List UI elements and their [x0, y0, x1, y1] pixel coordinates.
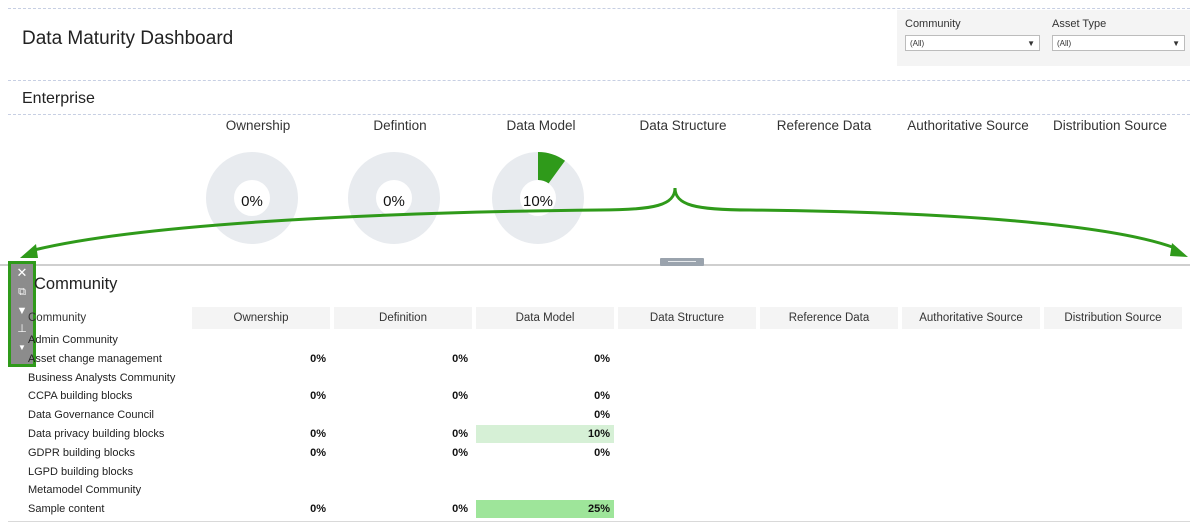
table-row-label[interactable]: LGPD building blocks [28, 463, 133, 481]
community-col-data-model[interactable]: Data Model [476, 307, 614, 329]
filter-panel: Community (All) ▼ Asset Type (All) ▼ [897, 10, 1190, 66]
community-col-definition[interactable]: Definition [334, 307, 472, 329]
page-title: Data Maturity Dashboard [22, 28, 234, 49]
enterprise-col-authoritative-source: Authoritative Source [907, 118, 1029, 133]
header-top-divider [8, 8, 1190, 9]
enterprise-col-reference-data: Reference Data [776, 118, 872, 133]
table-row-label[interactable]: Business Analysts Community [28, 369, 175, 387]
community-col-ownership[interactable]: Ownership [192, 307, 330, 329]
table-cell-ownership[interactable]: 0% [192, 350, 326, 368]
community-col-reference-data[interactable]: Reference Data [760, 307, 898, 329]
table-cell-data-model[interactable]: 0% [476, 387, 610, 405]
asset-type-filter-value: (All) [1057, 39, 1072, 48]
bottom-border [8, 521, 1190, 522]
enterprise-col-distribution-source: Distribution Source [1052, 118, 1168, 133]
community-filter-value: (All) [910, 39, 925, 48]
table-row-label[interactable]: Asset change management [28, 350, 162, 368]
chevron-down-icon: ▼ [1027, 39, 1035, 48]
table-cell-ownership[interactable]: 0% [192, 500, 326, 518]
table-cell-ownership[interactable]: 0% [192, 425, 326, 443]
resize-handle[interactable] [660, 258, 704, 266]
table-row-label[interactable]: Sample content [28, 500, 104, 518]
ownership-donut-label: 0% [241, 193, 263, 210]
asset-type-filter-select[interactable]: (All) ▼ [1052, 35, 1185, 51]
right-annotation-arrow [673, 187, 1176, 250]
table-cell-data-model[interactable]: 0% [476, 350, 610, 368]
table-row-label[interactable]: Data privacy building blocks [28, 425, 164, 443]
enterprise-col-data-structure: Data Structure [639, 118, 727, 133]
popout-icon[interactable]: ⧉ [11, 285, 33, 299]
community-title: Community [34, 275, 118, 293]
enterprise-title: Enterprise [22, 90, 95, 107]
chevron-down-icon: ▼ [1172, 39, 1180, 48]
community-col-authoritative-source[interactable]: Authoritative Source [902, 307, 1040, 329]
enterprise-col-ownership: Ownership [225, 118, 291, 133]
table-row-label[interactable]: CCPA building blocks [28, 387, 132, 405]
community-col-community[interactable]: Community [28, 307, 188, 329]
table-row-label[interactable]: GDPR building blocks [28, 444, 135, 462]
data-model-donut-arc [537, 152, 566, 184]
table-cell-definition[interactable]: 0% [334, 350, 468, 368]
close-icon[interactable]: ✕ [11, 266, 33, 280]
table-cell-ownership[interactable]: 0% [192, 387, 326, 405]
enterprise-top-divider [8, 80, 1190, 81]
asset-type-filter-label: Asset Type [1052, 18, 1107, 30]
enterprise-divider [8, 114, 1190, 115]
table-row-label[interactable]: Admin Community [28, 331, 118, 349]
community-col-data-structure[interactable]: Data Structure [618, 307, 756, 329]
data-model-donut-label: 10% [522, 193, 554, 210]
table-cell-definition[interactable]: 0% [334, 500, 468, 518]
enterprise-col-data-model: Data Model [506, 118, 576, 133]
community-filter-select[interactable]: (All) ▼ [905, 35, 1040, 51]
table-row-label[interactable]: Metamodel Community [28, 481, 141, 499]
table-cell-data-model[interactable]: 10% [476, 425, 610, 443]
table-cell-data-model[interactable]: 0% [476, 406, 610, 424]
definition-donut-label: 0% [383, 193, 405, 210]
community-filter-label: Community [905, 18, 961, 30]
pane-divider [0, 264, 1190, 266]
table-cell-ownership[interactable]: 0% [192, 444, 326, 462]
table-cell-definition[interactable]: 0% [334, 387, 468, 405]
table-cell-data-model[interactable]: 25% [476, 500, 610, 518]
table-cell-definition[interactable]: 0% [334, 444, 468, 462]
table-cell-data-model[interactable]: 0% [476, 444, 610, 462]
table-cell-definition[interactable]: 0% [334, 425, 468, 443]
right-arrowhead [1170, 243, 1188, 257]
enterprise-col-definition: Defintion [373, 118, 427, 133]
community-col-distribution-source[interactable]: Distribution Source [1044, 307, 1182, 329]
left-arrowhead [20, 244, 38, 258]
table-row-label[interactable]: Data Governance Council [28, 406, 154, 424]
